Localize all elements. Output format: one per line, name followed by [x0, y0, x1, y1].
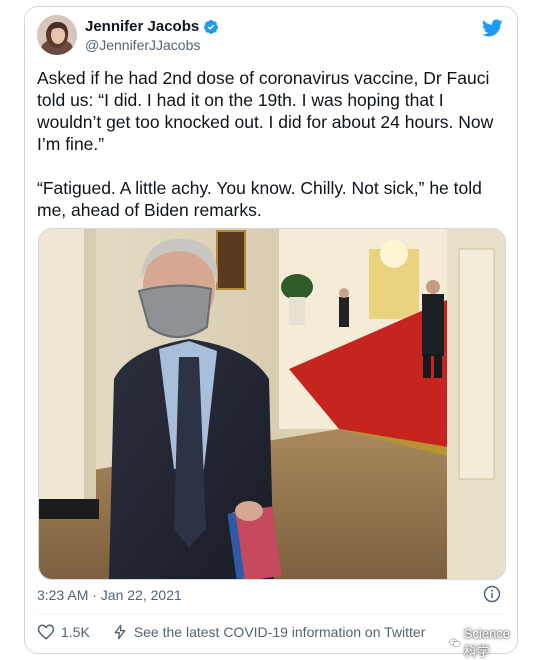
twitter-bird-icon[interactable] — [481, 17, 503, 39]
author-handle[interactable]: @JenniferJJacobs — [85, 37, 200, 53]
like-count: 1.5K — [61, 624, 90, 640]
tweet-card: Jennifer Jacobs @JenniferJJacobs Asked i… — [24, 6, 518, 659]
wechat-icon — [449, 638, 461, 647]
action-bar: 1.5K See the latest COVID-19 information… — [37, 621, 425, 643]
author-name-row: Jennifer Jacobs — [85, 18, 219, 35]
tweet-paragraph-2: “Fatigued. A little achy. You know. Chil… — [37, 178, 482, 220]
tweet-photo[interactable] — [38, 228, 506, 580]
tweet-paragraph-1: Asked if he had 2nd dose of coronavirus … — [37, 68, 494, 154]
divider — [37, 613, 505, 614]
lightning-icon — [114, 624, 126, 640]
tweet-timestamp[interactable]: 3:23 AM · Jan 22, 2021 — [37, 587, 182, 603]
tweet-text: Asked if he had 2nd dose of coronavirus … — [37, 67, 507, 243]
verified-badge-icon — [204, 19, 219, 34]
heart-icon — [37, 624, 55, 640]
info-icon[interactable] — [483, 585, 501, 603]
watermark-text: Science科学 — [463, 626, 511, 659]
covid-info-text: See the latest COVID-19 information on T… — [133, 624, 426, 640]
covid-info-link[interactable]: See the latest COVID-19 information on T… — [112, 623, 426, 641]
like-button[interactable]: 1.5K — [37, 623, 90, 641]
watermark: Science科学 — [449, 626, 517, 660]
author-display-name[interactable]: Jennifer Jacobs — [85, 18, 199, 35]
author-avatar[interactable] — [37, 15, 77, 55]
